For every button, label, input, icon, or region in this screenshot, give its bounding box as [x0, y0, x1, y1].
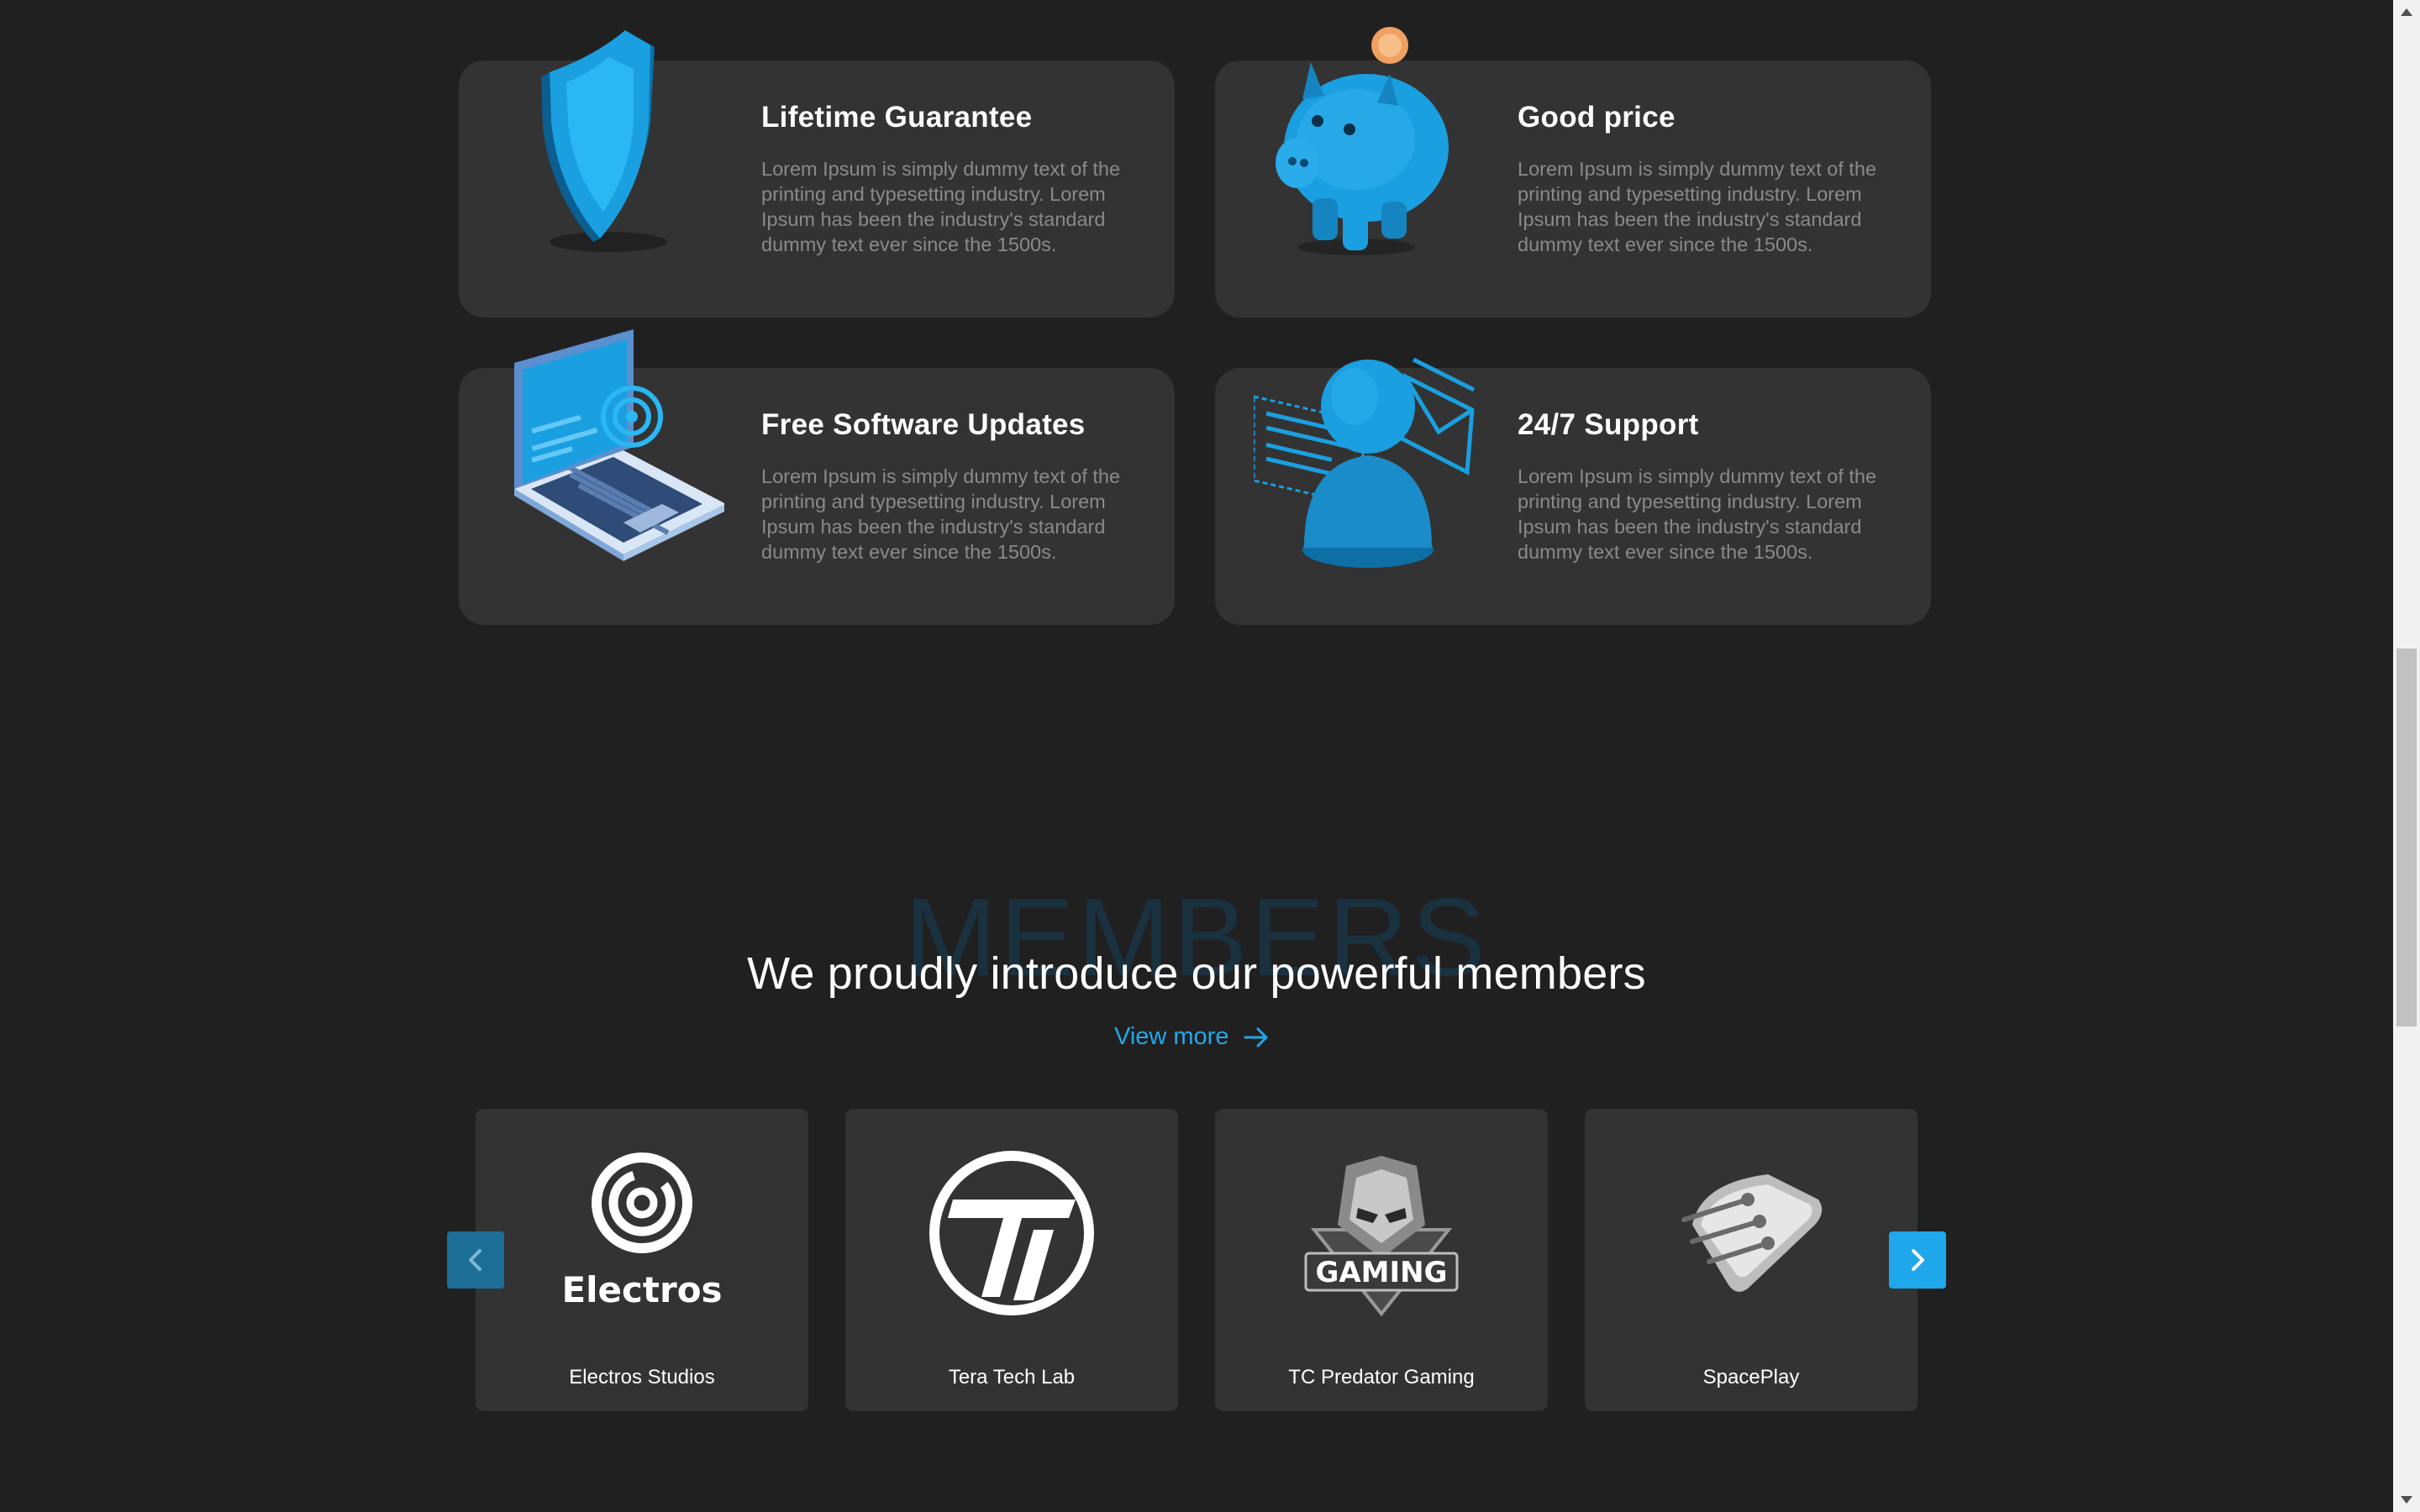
feature-description: Lorem Ipsum is simply dummy text of the … [1518, 465, 1877, 563]
gaming-logo-text: GAMING [1315, 1256, 1447, 1289]
member-card-spaceplay[interactable]: SpacePlay [1585, 1109, 1918, 1411]
feature-title: Lifetime Guarantee [761, 101, 1033, 134]
spaceplay-logo [1681, 1174, 1823, 1292]
electros-logo-text: Electros [561, 1269, 722, 1310]
arrow-right-icon [1244, 1027, 1268, 1047]
view-more-label: View more [1114, 1023, 1229, 1050]
chevron-left-icon [469, 1249, 481, 1271]
member-name: TC Predator Gaming [1288, 1366, 1475, 1389]
shield-icon [541, 30, 667, 252]
feature-description: Lorem Ipsum is simply dummy text of the … [1518, 158, 1877, 255]
scroll-up-arrow-icon[interactable] [2400, 7, 2413, 17]
carousel-next-button[interactable] [1889, 1231, 1946, 1289]
members-heading: We proudly introduce our powerful member… [747, 948, 1646, 999]
feature-card-support: 24/7 Support Lorem Ipsum is simply dummy… [1215, 357, 1931, 625]
member-card-tera-tech-lab[interactable]: Tera Tech Lab [845, 1109, 1178, 1411]
tera-tech-lab-logo [929, 1151, 1094, 1315]
member-name: SpacePlay [1702, 1366, 1800, 1389]
feature-card-lifetime-guarantee: Lifetime Guarantee Lorem Ipsum is simply… [459, 30, 1175, 318]
tc-predator-gaming-logo: GAMING [1304, 1156, 1459, 1317]
scrollbar-thumb[interactable] [2396, 648, 2417, 1026]
feature-title: 24/7 Support [1518, 408, 1699, 441]
feature-card-good-price: Good price Lorem Ipsum is simply dummy t… [1215, 27, 1931, 318]
electros-studios-logo: Electros [561, 1152, 723, 1310]
member-card-tc-predator-gaming[interactable]: GAMING TC Predator Gaming [1215, 1109, 1548, 1411]
feature-title: Free Software Updates [761, 408, 1086, 441]
page: Lifetime Guarantee Lorem Ipsum is simply… [0, 0, 2393, 1512]
scroll-down-arrow-icon[interactable] [2400, 1495, 2413, 1505]
view-more-link[interactable]: View more [1114, 1023, 1269, 1051]
feature-card-free-software-updates: Free Software Updates Lorem Ipsum is sim… [459, 329, 1175, 625]
feature-description: Lorem Ipsum is simply dummy text of the … [761, 465, 1121, 563]
carousel-prev-button[interactable] [447, 1231, 504, 1289]
chevron-right-icon [1912, 1249, 1924, 1271]
support-agent-icon [1254, 357, 1476, 568]
feature-title: Good price [1518, 101, 1676, 134]
member-card-electros-studios[interactable]: Electros Electros Studios [476, 1109, 808, 1411]
member-name: Electros Studios [569, 1366, 715, 1389]
laptop-icon [514, 329, 724, 561]
member-name: Tera Tech Lab [948, 1366, 1076, 1389]
feature-description: Lorem Ipsum is simply dummy text of the … [761, 158, 1121, 255]
piggy-bank-icon [1276, 27, 1449, 255]
vertical-scrollbar[interactable] [2393, 0, 2420, 1512]
